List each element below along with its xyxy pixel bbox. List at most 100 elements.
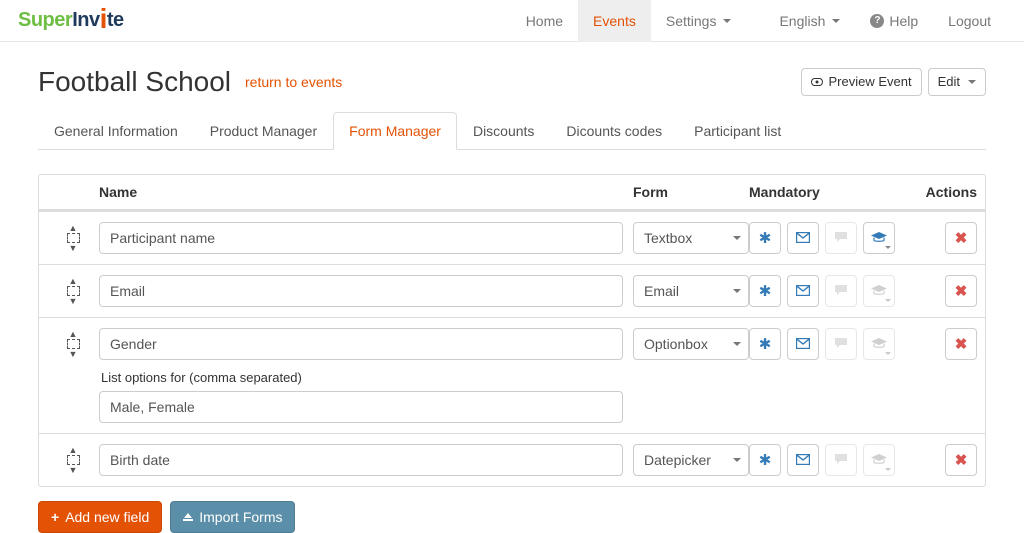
required-toggle[interactable]: ✱ (749, 328, 781, 360)
header-actions: Preview Event Edit (801, 68, 987, 96)
comment-toggle[interactable] (825, 275, 857, 307)
asterisk-icon: ✱ (759, 282, 772, 300)
graduation-cap-icon (871, 283, 887, 299)
chevron-down-icon (968, 80, 976, 84)
th-mandatory: Mandatory (749, 184, 915, 200)
asterisk-icon: ✱ (759, 335, 772, 353)
chevron-down-icon (723, 19, 731, 23)
field-type-select[interactable]: Email (633, 275, 749, 307)
required-toggle[interactable]: ✱ (749, 275, 781, 307)
required-toggle[interactable]: ✱ (749, 222, 781, 254)
import-forms-button[interactable]: Import Forms (170, 501, 295, 533)
brand-part2: Inv (72, 9, 99, 31)
return-link[interactable]: return to events (245, 74, 342, 90)
drag-handle[interactable]: ▲▼ (61, 330, 85, 358)
tab-discount-codes[interactable]: Dicounts codes (550, 112, 678, 150)
th-actions: Actions (915, 184, 977, 200)
close-icon: ✖ (955, 282, 968, 300)
brand-logo[interactable]: SuperInvite (18, 9, 124, 32)
preview-event-button[interactable]: Preview Event (801, 68, 922, 96)
email-toggle[interactable] (787, 444, 819, 476)
nav-help[interactable]: ?Help (855, 0, 933, 42)
tab-participant-list[interactable]: Participant list (678, 112, 797, 150)
field-type-select[interactable]: Datepicker (633, 444, 749, 476)
drag-handle[interactable]: ▲▼ (61, 446, 85, 474)
brand-dot-icon: i (100, 3, 107, 34)
field-name-input[interactable] (99, 222, 623, 254)
field-name-input[interactable] (99, 275, 623, 307)
form-fields-table: Name Form Mandatory Actions ▲▼ Textbox ✱… (38, 174, 986, 487)
comment-toggle[interactable] (825, 328, 857, 360)
table-row: ▲▼ List options for (comma separated) Op… (39, 317, 985, 433)
speech-bubble-icon (834, 230, 848, 246)
envelope-icon (796, 283, 810, 299)
brand-part1: Super (18, 9, 72, 31)
asterisk-icon: ✱ (759, 229, 772, 247)
envelope-icon (796, 452, 810, 468)
email-toggle[interactable] (787, 275, 819, 307)
envelope-icon (796, 336, 810, 352)
education-dropdown[interactable] (863, 444, 895, 476)
help-icon: ? (870, 14, 884, 28)
education-dropdown[interactable] (863, 328, 895, 360)
email-toggle[interactable] (787, 222, 819, 254)
th-name: Name (99, 184, 633, 200)
tab-product-manager[interactable]: Product Manager (194, 112, 333, 150)
field-options-input[interactable] (99, 391, 623, 423)
navbar: SuperInvite Home Events Settings English… (0, 0, 1024, 42)
field-name-input[interactable] (99, 444, 623, 476)
main-container: Football School return to events Preview… (32, 42, 992, 533)
tabs: General Information Product Manager Form… (38, 112, 986, 150)
speech-bubble-icon (834, 283, 848, 299)
brand-part3: te (107, 9, 124, 31)
graduation-cap-icon (871, 230, 887, 246)
delete-button[interactable]: ✖ (945, 444, 977, 476)
table-row: ▲▼ Email ✱ ✖ (39, 264, 985, 317)
speech-bubble-icon (834, 452, 848, 468)
comment-toggle[interactable] (825, 222, 857, 254)
drag-handle[interactable]: ▲▼ (61, 224, 85, 252)
field-type-select[interactable]: Textbox (633, 222, 749, 254)
tab-discounts[interactable]: Discounts (457, 112, 550, 150)
delete-button[interactable]: ✖ (945, 275, 977, 307)
comment-toggle[interactable] (825, 444, 857, 476)
chevron-down-icon (885, 468, 891, 471)
nav-events[interactable]: Events (578, 0, 651, 42)
education-dropdown[interactable] (863, 275, 895, 307)
options-label: List options for (comma separated) (101, 370, 623, 385)
table-header: Name Form Mandatory Actions (39, 175, 985, 211)
tab-general-information[interactable]: General Information (38, 112, 194, 150)
page-header: Football School return to events Preview… (38, 42, 986, 112)
nav-settings[interactable]: Settings (651, 0, 747, 42)
speech-bubble-icon (834, 336, 848, 352)
delete-button[interactable]: ✖ (945, 222, 977, 254)
plus-icon: + (51, 509, 59, 525)
add-new-field-button[interactable]: + Add new field (38, 501, 162, 533)
nav-logout[interactable]: Logout (933, 0, 1006, 42)
page-title: Football School (38, 66, 231, 98)
chevron-down-icon (885, 299, 891, 302)
table-row: ▲▼ Textbox ✱ ✖ (39, 211, 985, 264)
upload-icon (183, 513, 193, 521)
asterisk-icon: ✱ (759, 451, 772, 469)
field-type-select[interactable]: Optionbox (633, 328, 749, 360)
close-icon: ✖ (955, 335, 968, 353)
chevron-down-icon (885, 246, 891, 249)
nav-list: Home Events Settings English ?Help Logou… (511, 0, 1006, 42)
nav-home[interactable]: Home (511, 0, 578, 42)
drag-handle[interactable]: ▲▼ (61, 277, 85, 305)
close-icon: ✖ (955, 451, 968, 469)
chevron-down-icon (832, 19, 840, 23)
close-icon: ✖ (955, 229, 968, 247)
education-dropdown[interactable] (863, 222, 895, 254)
tab-form-manager[interactable]: Form Manager (333, 112, 457, 150)
field-name-input[interactable] (99, 328, 623, 360)
delete-button[interactable]: ✖ (945, 328, 977, 360)
edit-dropdown-button[interactable]: Edit (928, 68, 986, 96)
email-toggle[interactable] (787, 328, 819, 360)
graduation-cap-icon (871, 336, 887, 352)
nav-language[interactable]: English (764, 0, 855, 42)
required-toggle[interactable]: ✱ (749, 444, 781, 476)
th-form: Form (633, 184, 749, 200)
action-bar: + Add new field Import Forms (38, 501, 986, 533)
